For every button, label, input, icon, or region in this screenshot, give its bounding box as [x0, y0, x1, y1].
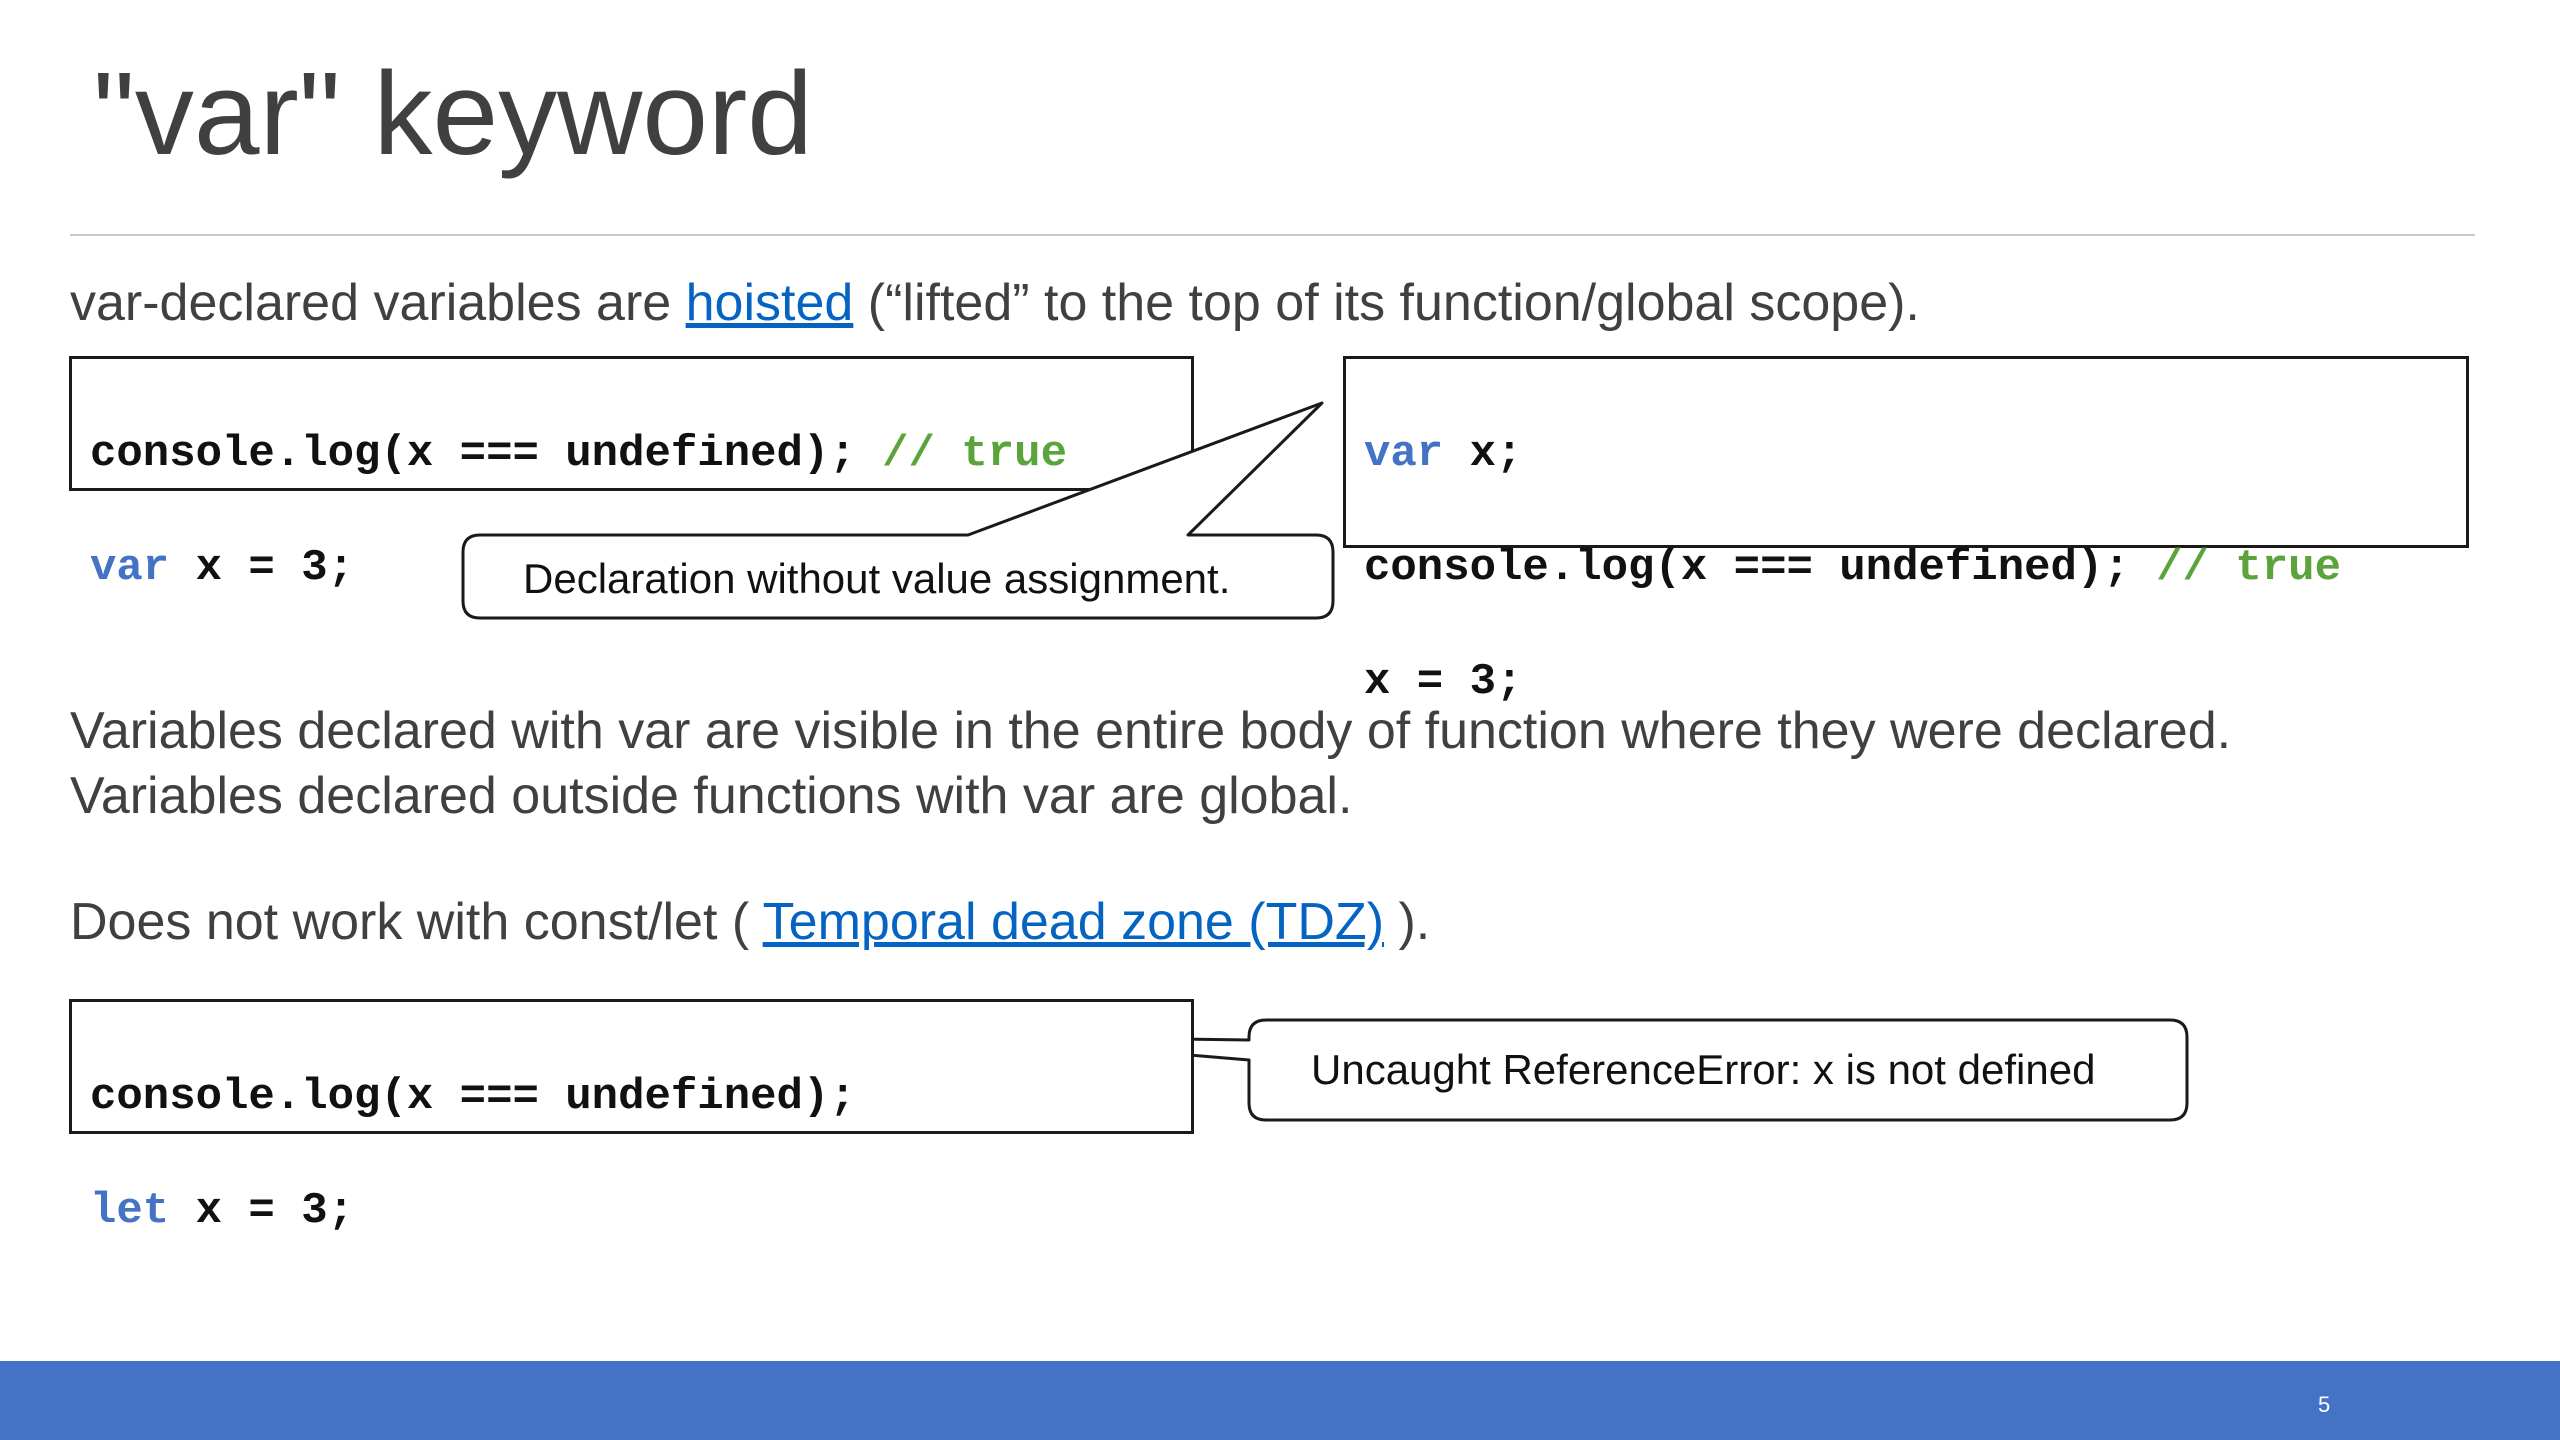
code-line: let x = 3;: [90, 1183, 1191, 1240]
code-block-let-tdz: console.log(x === undefined); let x = 3;: [69, 999, 1194, 1236]
code-keyword: let: [90, 1186, 170, 1236]
code-text: console.log(x === undefined);: [90, 1072, 856, 1122]
scope-text-line2: Variables declared outside functions wit…: [70, 767, 1353, 825]
code-text: x = 3;: [169, 1186, 355, 1236]
callout-declaration: Declaration without value assignment.: [523, 555, 1231, 602]
tdz-text: Does not work with const/let ( Temporal …: [70, 890, 1430, 954]
callout-reference-error: Uncaught ReferenceError: x is not define…: [1311, 1046, 2096, 1093]
tdz-link[interactable]: Temporal dead zone (TDZ): [763, 893, 1384, 951]
scope-text-line1: Variables declared with var are visible …: [70, 702, 2232, 760]
tdz-text-after: ).: [1384, 893, 1431, 951]
footer-bar: [0, 1361, 2560, 1440]
tdz-text-before: Does not work with const/let (: [70, 893, 763, 951]
page-number: 5: [2318, 1392, 2331, 1417]
code-line: console.log(x === undefined);: [90, 1069, 1191, 1126]
